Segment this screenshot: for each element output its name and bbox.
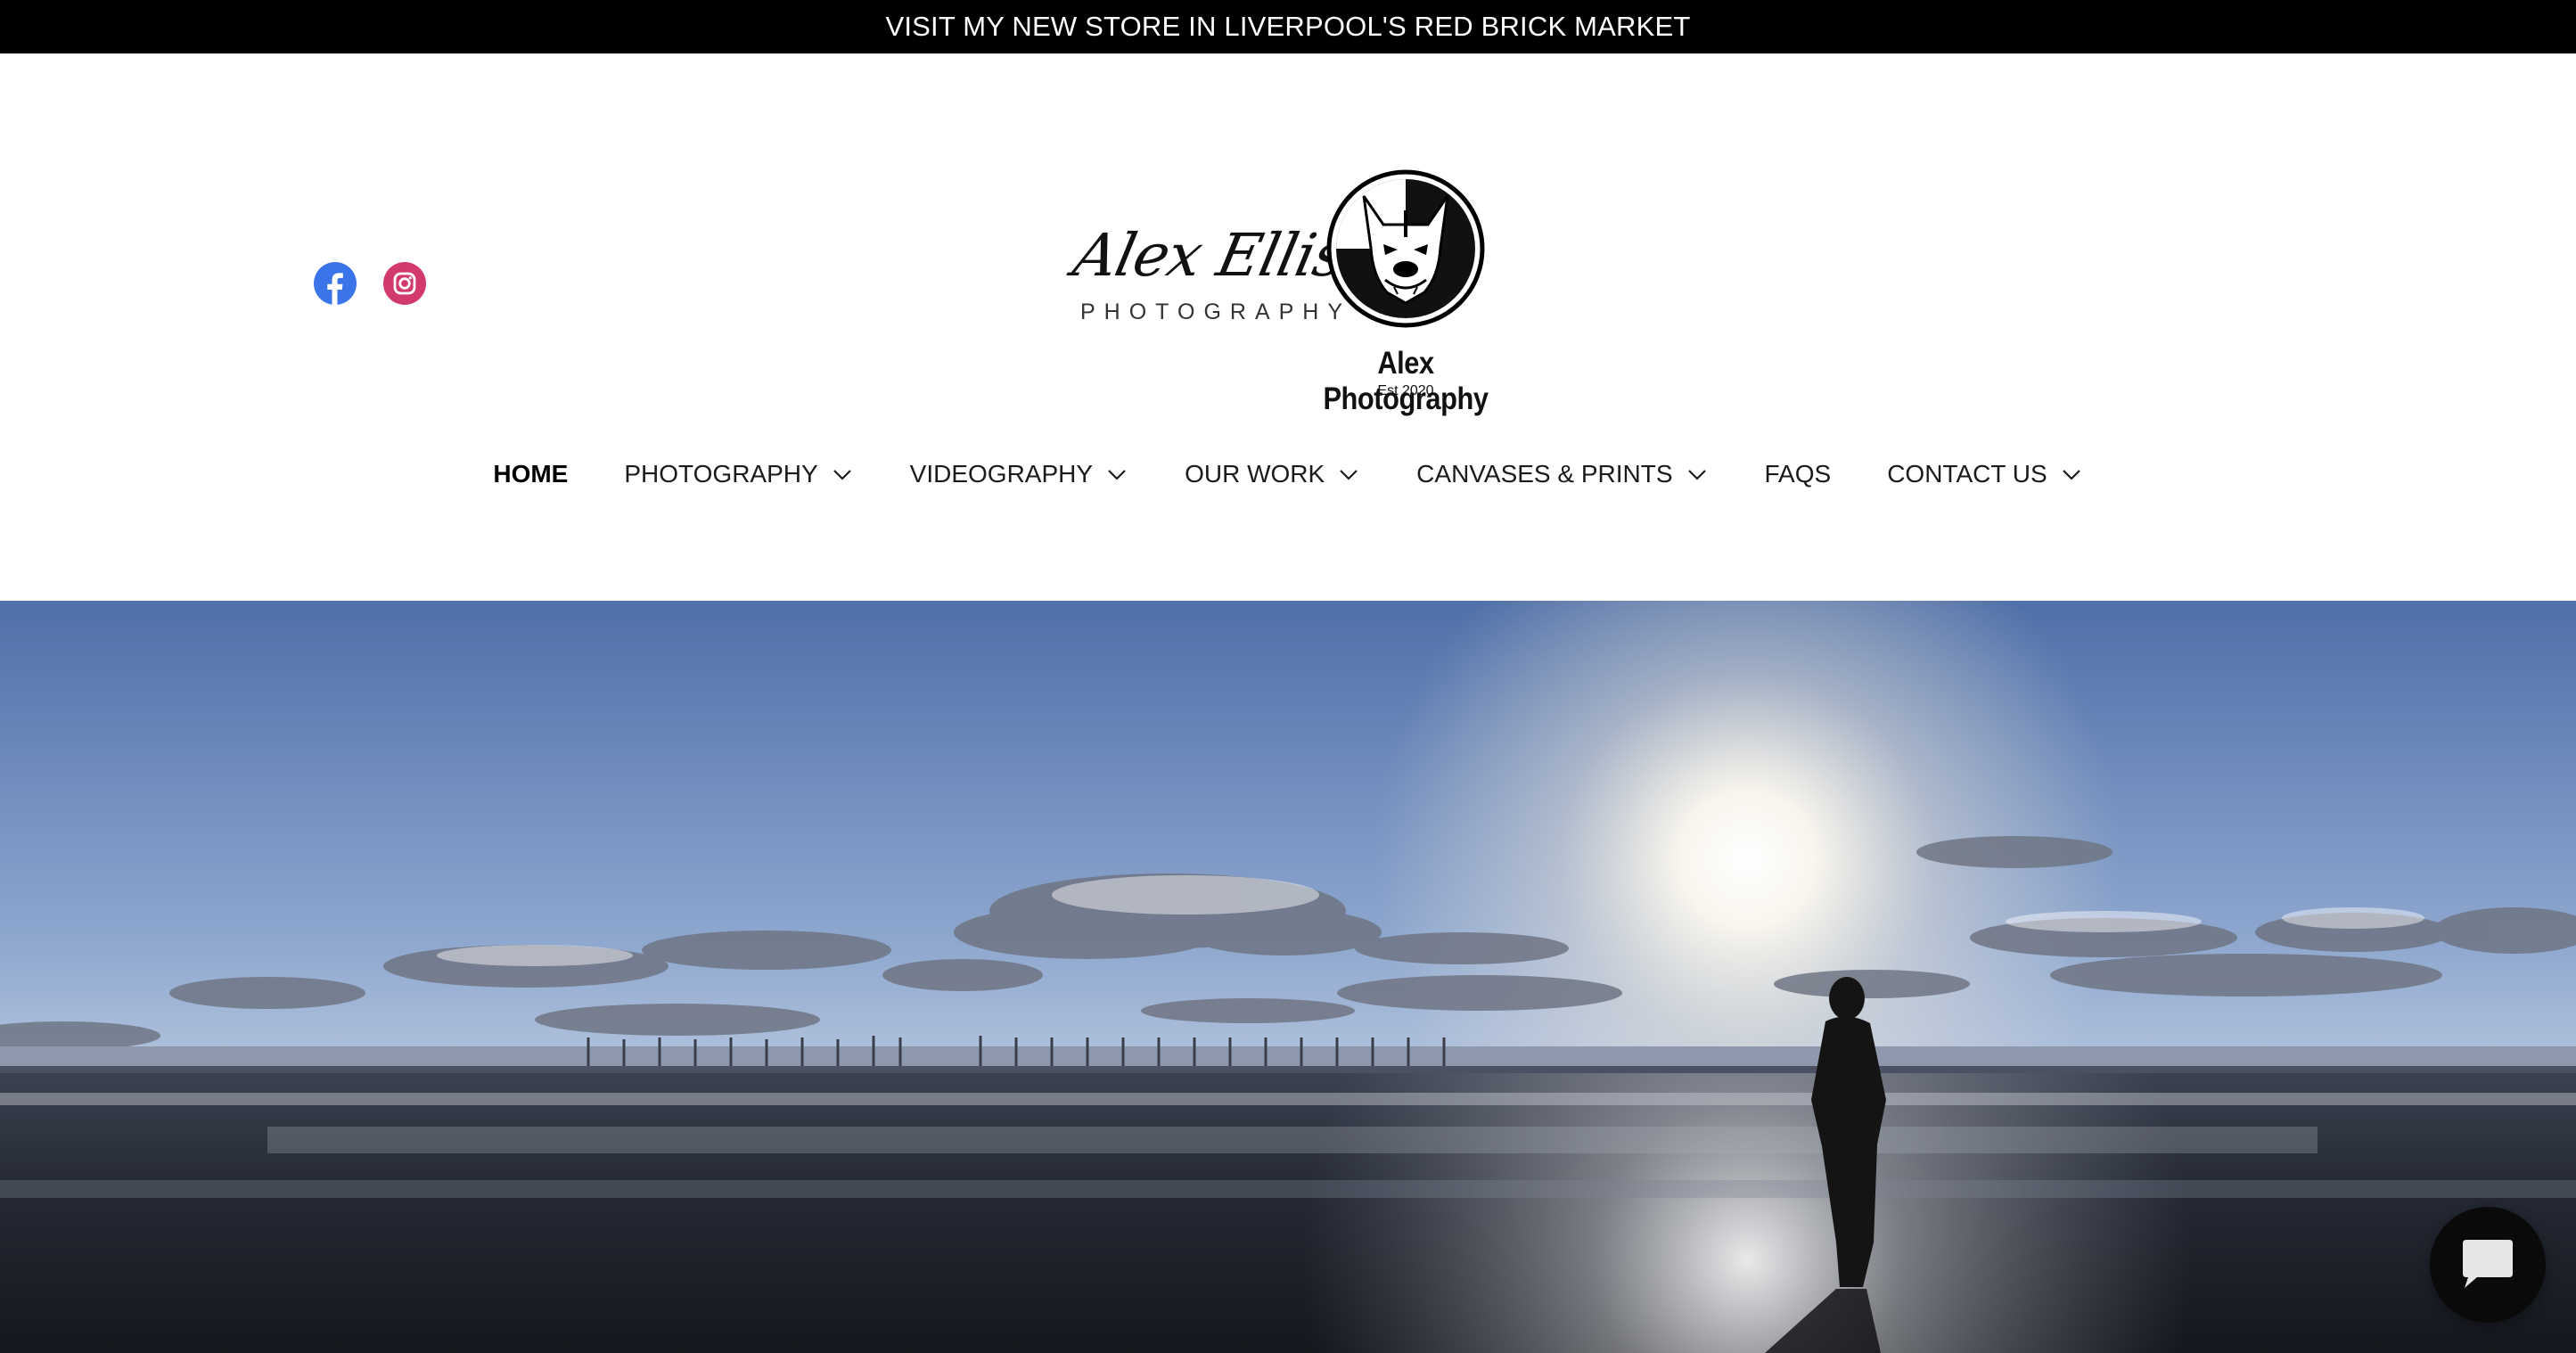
nav-item-contact-us[interactable]: CONTACT US xyxy=(1887,460,2082,488)
instagram-icon[interactable] xyxy=(383,262,426,305)
nav-item-videography[interactable]: VIDEOGRAPHY xyxy=(910,460,1128,488)
main-navigation: HOME PHOTOGRAPHY VIDEOGRAPHY OUR WORK CA… xyxy=(0,460,2576,488)
logo-brand-name: Alex Photography xyxy=(1323,346,1489,416)
chevron-down-icon xyxy=(833,470,851,480)
social-links xyxy=(314,262,426,305)
nav-item-label: HOME xyxy=(493,460,569,488)
site-logo[interactable]: Alex Ellison PHOTOGRAPHY Alex Photograph… xyxy=(1068,169,1506,416)
nav-item-label: OUR WORK xyxy=(1185,460,1325,488)
chevron-down-icon xyxy=(1340,470,1358,480)
announcement-bar[interactable]: VISIT MY NEW STORE IN LIVERPOOL'S RED BR… xyxy=(0,0,2576,53)
logo-script-subtitle: PHOTOGRAPHY xyxy=(1080,299,1352,324)
nav-item-label: FAQS xyxy=(1764,460,1832,488)
nav-item-photography[interactable]: PHOTOGRAPHY xyxy=(624,460,853,488)
hero-beach-scene xyxy=(0,601,2576,1353)
dog-emblem-icon xyxy=(1326,169,1485,328)
nav-item-our-work[interactable]: OUR WORK xyxy=(1185,460,1360,488)
nav-item-label: VIDEOGRAPHY xyxy=(909,460,1094,488)
chevron-down-icon xyxy=(1687,470,1706,480)
nav-item-label: CONTACT US xyxy=(1887,460,2047,488)
announcement-text[interactable]: VISIT MY NEW STORE IN LIVERPOOL'S RED BR… xyxy=(885,11,1690,43)
nav-item-label: PHOTOGRAPHY xyxy=(624,460,818,488)
nav-item-canvases-prints[interactable]: CANVASES & PRINTS xyxy=(1416,460,1708,488)
logo-tagline: Est 2020 xyxy=(1377,383,1434,398)
chevron-down-icon xyxy=(2062,470,2080,480)
chat-bubble-icon xyxy=(2463,1240,2513,1288)
nav-item-faqs[interactable]: FAQS xyxy=(1765,460,1832,488)
chat-launcher-button[interactable] xyxy=(2430,1207,2546,1323)
hero-image xyxy=(0,601,2576,1353)
chevron-down-icon xyxy=(1108,470,1126,480)
nav-item-home[interactable]: HOME xyxy=(493,460,568,488)
nav-item-label: CANVASES & PRINTS xyxy=(1416,460,1673,488)
facebook-icon[interactable] xyxy=(314,262,357,305)
